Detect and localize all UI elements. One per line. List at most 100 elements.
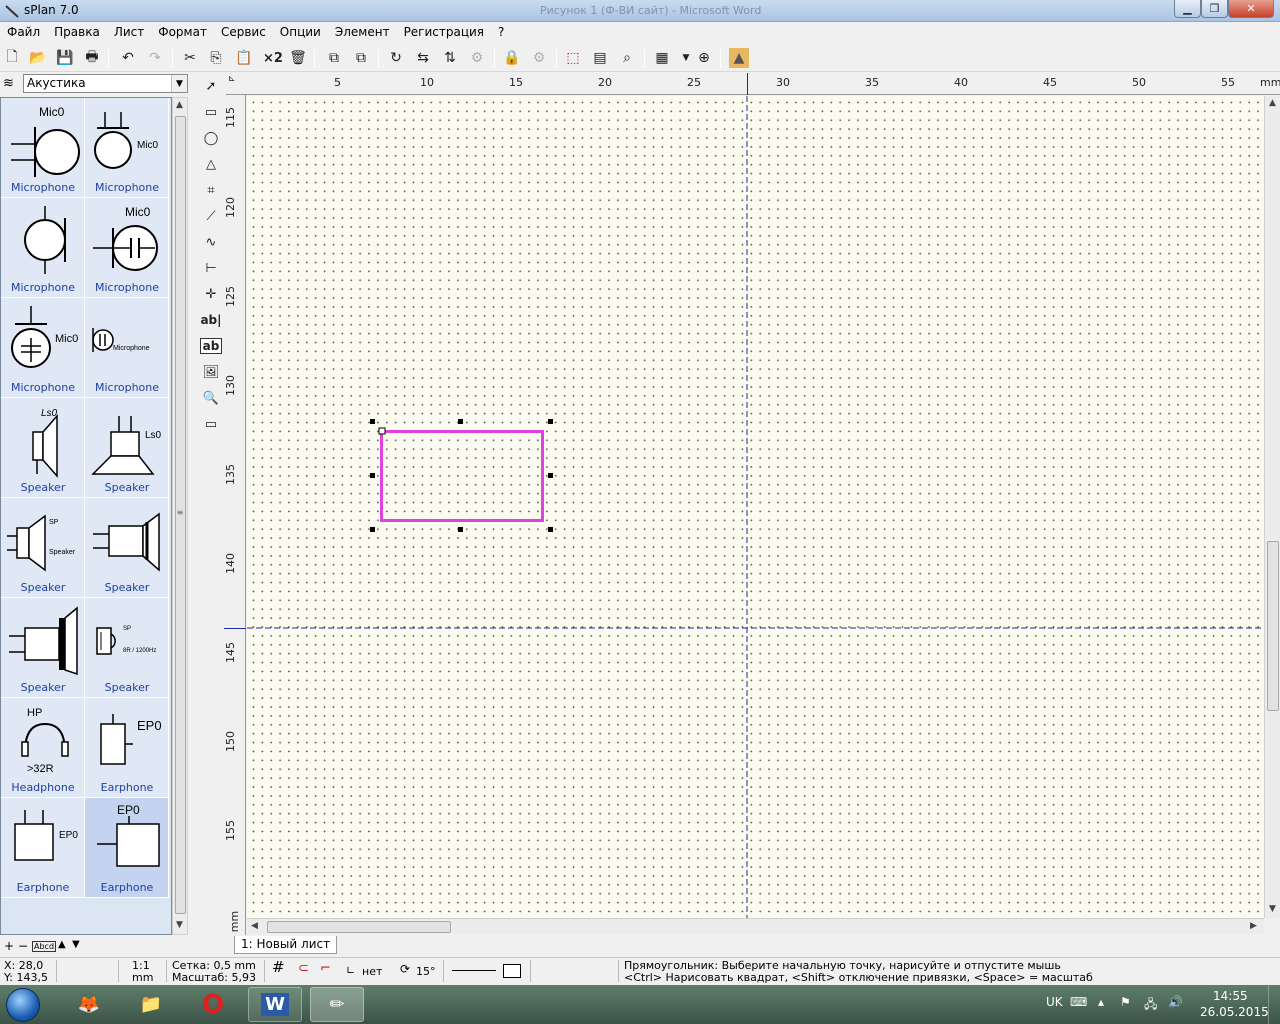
menu-file[interactable]: Файл [0, 22, 47, 42]
copy-icon[interactable]: ⎘ [206, 48, 226, 68]
ruler-tool-icon[interactable]: ▭ [200, 413, 222, 435]
network-icon[interactable]: 🖧 [1144, 995, 1157, 1016]
library-scrollbar[interactable]: ▲ ≡ ▼ [172, 97, 188, 935]
vertical-scroll-thumb[interactable] [1267, 541, 1279, 711]
mirror-vertical-icon[interactable]: ⇅ [440, 48, 460, 68]
scroll-right-icon[interactable]: ▶ [1250, 921, 1257, 931]
dimension-tool-icon[interactable]: ⊢ [200, 257, 222, 279]
new-file-icon[interactable]: 🗋 [2, 48, 22, 68]
list-icon[interactable]: ▤ [590, 48, 610, 68]
polyline-tool-icon[interactable]: ⌗ [200, 179, 222, 201]
explorer-icon[interactable]: 📁 [124, 987, 178, 1022]
add-icon[interactable]: + [4, 939, 14, 953]
textbox-tool-icon[interactable]: ab [200, 338, 222, 354]
scroll-up-icon[interactable]: ▲ [176, 100, 183, 110]
move-up-icon[interactable]: ▲ [58, 939, 66, 950]
firefox-icon[interactable]: 🦊 [62, 987, 116, 1022]
library-item[interactable]: Microphone Microphone [85, 298, 169, 398]
library-item[interactable]: Mic0 Microphone [85, 198, 169, 298]
keyboard-icon[interactable]: ⌨ [1070, 995, 1087, 1009]
ellipse-tool-icon[interactable]: ◯ [200, 127, 222, 149]
menu-edit[interactable]: Правка [47, 22, 107, 42]
mirror-horizontal-icon[interactable]: ⇆ [413, 48, 433, 68]
show-desktop-button[interactable] [1268, 985, 1280, 1024]
library-item[interactable]: Ls0 Speaker [1, 398, 85, 498]
polygon-tool-icon[interactable]: △ [200, 153, 222, 175]
open-folder-icon[interactable]: 📂 [28, 48, 48, 68]
menu-sheet[interactable]: Лист [107, 22, 151, 42]
grid-icon[interactable]: ▦ [652, 48, 672, 68]
magnet-icon[interactable]: ⊂ [298, 962, 309, 975]
paste-icon[interactable]: 📋 [234, 48, 254, 68]
move-down-icon[interactable]: ▼ [72, 939, 80, 950]
text-mode-icon[interactable]: Abcd [32, 941, 57, 952]
canvas-horizontal-scrollbar[interactable]: ◀ ▶ [247, 918, 1264, 934]
close-button[interactable]: ✕ [1228, 0, 1274, 18]
pointer-icon[interactable]: ➚ [200, 75, 222, 97]
image-tool-icon[interactable]: 🖼 [200, 361, 222, 383]
rotate-icon[interactable]: ↻ [386, 48, 406, 68]
scroll-left-icon[interactable]: ◀ [251, 921, 258, 931]
tray-arrow-icon[interactable]: ▴ [1098, 995, 1104, 1009]
minimize-button[interactable]: ▁ [1174, 0, 1201, 18]
library-item[interactable]: Speaker [85, 498, 169, 598]
library-item[interactable]: Mic0 Microphone [85, 98, 169, 198]
language-indicator[interactable]: UK [1046, 995, 1063, 1009]
library-item[interactable]: Speaker [1, 598, 85, 698]
sheet-tab[interactable]: 1: Новый лист [234, 936, 338, 954]
delete-icon[interactable]: 🗑 [288, 48, 308, 68]
menu-format[interactable]: Формат [151, 22, 214, 42]
zoom-tool-icon[interactable]: 🔍 [200, 387, 222, 409]
zoom-fit-icon[interactable]: ⊕ [694, 48, 714, 68]
rotation-icon[interactable]: ⟳ [400, 963, 410, 975]
word-icon[interactable]: W [248, 987, 302, 1022]
selected-rectangle[interactable] [380, 430, 544, 522]
undo-icon[interactable]: ↶ [118, 48, 138, 68]
library-item[interactable]: EP0 Earphone [1, 798, 85, 898]
bring-front-icon[interactable]: ⧉ [324, 48, 344, 68]
duplicate-button[interactable]: ×2 [261, 48, 285, 68]
canvas-vertical-scrollbar[interactable]: ▲ ▼ [1264, 96, 1280, 918]
maximize-button[interactable]: ❐ [1201, 0, 1228, 18]
library-item[interactable]: Mic0 Microphone [1, 298, 85, 398]
menu-help[interactable]: ? [491, 22, 511, 42]
text-tool-icon[interactable]: ab| [200, 309, 222, 331]
redo-icon[interactable]: ↷ [145, 48, 165, 68]
ruler-corner-icon[interactable]: ⊾ [228, 74, 236, 84]
save-icon[interactable]: 💾 [55, 48, 75, 68]
junction-tool-icon[interactable]: ✛ [200, 283, 222, 305]
drawing-canvas[interactable] [247, 96, 1264, 918]
angle-icon[interactable]: ∟ [346, 965, 355, 976]
settings-icon[interactable]: ▲ [729, 48, 749, 68]
library-item[interactable]: EP0 Earphone [85, 698, 169, 798]
menu-registration[interactable]: Регистрация [397, 22, 491, 42]
menu-service[interactable]: Сервис [214, 22, 273, 42]
horizontal-scroll-thumb[interactable] [267, 921, 451, 933]
library-item[interactable]: HP >32R Headphone [1, 698, 85, 798]
clock-time[interactable]: 14:55 [1213, 989, 1248, 1003]
library-item[interactable]: Mic0 Microphone [1, 98, 85, 198]
chevron-down-icon[interactable]: ▼ [171, 75, 187, 92]
menu-options[interactable]: Опции [273, 22, 328, 42]
library-item-selected[interactable]: EP0 Earphone [85, 798, 169, 898]
cut-icon[interactable]: ✂ [180, 48, 200, 68]
print-icon[interactable]: 🖶 [82, 48, 102, 68]
splan-taskbar-icon[interactable]: ✏ [310, 987, 364, 1022]
send-back-icon[interactable]: ⧉ [351, 48, 371, 68]
rectangle-tool-icon[interactable]: ▭ [200, 101, 222, 123]
group-icon[interactable]: ⚙ [467, 48, 487, 68]
bezier-tool-icon[interactable]: ∿ [200, 231, 222, 253]
unlock-icon[interactable]: ⚙ [529, 48, 549, 68]
library-item[interactable]: Microphone [1, 198, 85, 298]
snap-icon[interactable]: ⬚ [563, 48, 583, 68]
scroll-down-icon[interactable]: ▼ [176, 920, 183, 930]
opera-icon[interactable]: O [186, 987, 240, 1022]
flag-icon[interactable]: ⚑ [1120, 995, 1131, 1009]
grid-toggle-icon[interactable]: # [272, 960, 285, 975]
line-tool-icon[interactable]: ⟋ [200, 205, 222, 227]
line-style-preview[interactable] [452, 970, 496, 971]
cursor-snap-icon[interactable]: ⌐ [320, 962, 331, 975]
scroll-up-icon[interactable]: ▲ [1269, 98, 1276, 108]
volume-icon[interactable]: 🔊 [1168, 995, 1183, 1009]
angle-mode[interactable]: нет [362, 966, 382, 977]
